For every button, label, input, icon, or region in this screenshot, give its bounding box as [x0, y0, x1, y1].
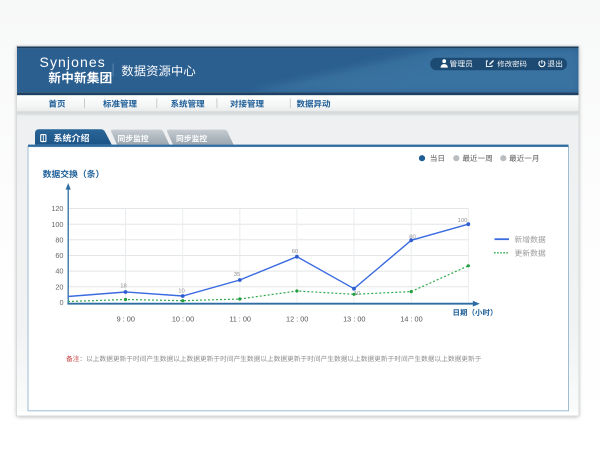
- svg-text:10: 10: [354, 291, 361, 297]
- svg-text:60: 60: [292, 249, 299, 255]
- svg-text:13 : 00: 13 : 00: [343, 314, 365, 323]
- svg-text:20: 20: [55, 282, 63, 291]
- svg-text:100: 100: [458, 218, 469, 224]
- svg-text:Synjones: Synjones: [40, 54, 106, 70]
- svg-text:60: 60: [55, 251, 63, 260]
- svg-text:9 : 00: 9 : 00: [117, 314, 135, 323]
- svg-text:0: 0: [59, 298, 63, 307]
- svg-text:100: 100: [51, 220, 63, 229]
- svg-text:120: 120: [51, 204, 63, 213]
- svg-text:14 : 00: 14 : 00: [400, 314, 422, 323]
- svg-text:18: 18: [120, 284, 127, 290]
- svg-text:35: 35: [234, 272, 241, 278]
- svg-text:40: 40: [55, 267, 63, 276]
- svg-text:80: 80: [409, 234, 416, 240]
- svg-text:80: 80: [55, 235, 63, 244]
- svg-text:12 : 00: 12 : 00: [286, 314, 308, 323]
- svg-text:10: 10: [178, 289, 185, 295]
- svg-text:10 : 00: 10 : 00: [172, 314, 194, 323]
- svg-text:11 : 00: 11 : 00: [229, 314, 251, 323]
